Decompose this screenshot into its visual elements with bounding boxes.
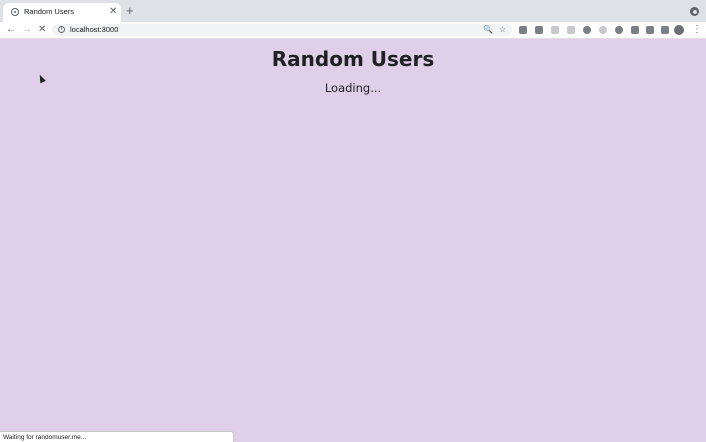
tab-random-users[interactable]: Random Users ✕ — [3, 3, 121, 22]
page-title: Random Users — [271, 47, 435, 71]
extension-globe-icon[interactable] — [583, 26, 591, 34]
puzzle-icon[interactable] — [661, 26, 669, 34]
menu-icon[interactable]: ⋮ — [692, 22, 702, 38]
info-icon[interactable]: i — [58, 26, 65, 33]
zoom-icon[interactable]: 🔍 — [483, 24, 493, 36]
status-bar: Waiting for randomuser.me... — [0, 431, 234, 442]
page-content: Random Users Loading... — [0, 39, 706, 442]
url-text[interactable]: localhost:3000 — [70, 25, 118, 35]
tab-strip: Random Users ✕ + — [0, 0, 706, 22]
back-button[interactable]: ← — [6, 22, 16, 38]
extension-bookmark-icon[interactable] — [567, 26, 575, 34]
extension-square-icon[interactable] — [551, 26, 559, 34]
new-tab-button[interactable]: + — [126, 3, 134, 19]
extension-badge-icon[interactable] — [631, 26, 639, 34]
forward-button[interactable]: → — [22, 22, 32, 38]
browser-toolbar: ← → ✕ i localhost:3000 🔍 ☆ ⋮ — [0, 22, 706, 39]
bookmark-star-icon[interactable]: ☆ — [499, 24, 506, 36]
extension-face-icon[interactable] — [599, 26, 607, 34]
extension-react-icon[interactable] — [646, 26, 654, 34]
extension-check-icon[interactable] — [615, 26, 623, 34]
loading-text: Loading... — [324, 81, 382, 95]
extension-eyedropper-icon[interactable] — [535, 26, 543, 34]
address-bar[interactable]: i localhost:3000 🔍 ☆ — [52, 24, 512, 36]
stop-loading-button[interactable]: ✕ — [38, 22, 46, 38]
react-icon — [11, 8, 19, 16]
close-icon[interactable]: ✕ — [109, 5, 117, 19]
status-text: Waiting for randomuser.me... — [3, 434, 87, 441]
tab-search-icon[interactable] — [690, 7, 699, 16]
extension-network-icon[interactable] — [519, 26, 527, 34]
avatar[interactable] — [674, 25, 684, 35]
tab-title: Random Users — [24, 7, 75, 16]
